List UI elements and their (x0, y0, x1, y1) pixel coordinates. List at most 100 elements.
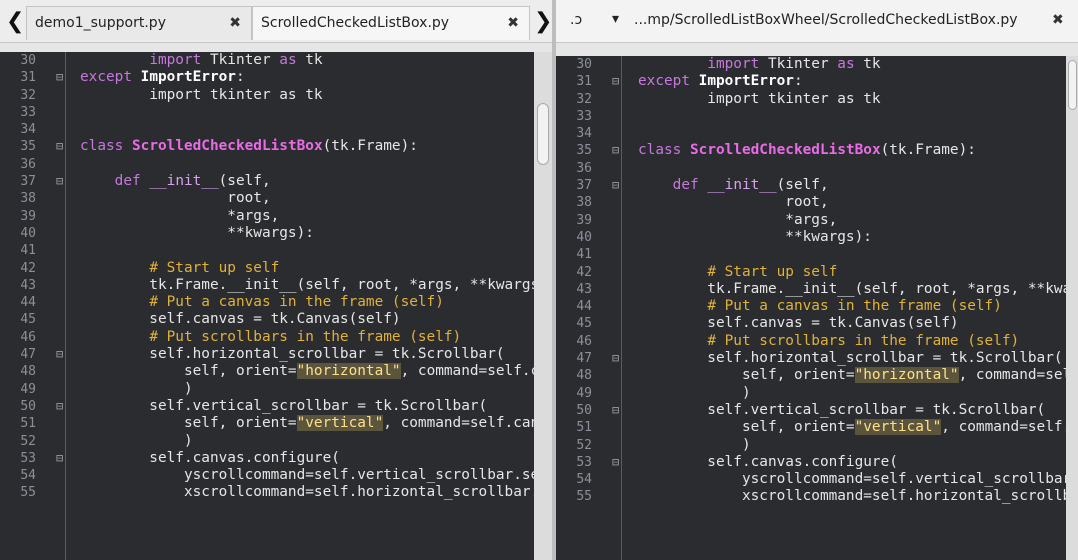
tab-demo1-support[interactable]: demo1_support.py ✖ (26, 6, 252, 40)
code-line[interactable]: 52 ) (556, 437, 1066, 454)
code-line[interactable]: 30 import Tkinter as tk (556, 56, 1066, 73)
code-line[interactable]: 42 # Start up self (0, 260, 534, 277)
code-line[interactable]: 42 # Start up self (556, 264, 1066, 281)
code-line[interactable]: 46 # Put scrollbars in the frame (self) (0, 329, 534, 346)
code-line[interactable]: 52 ) (0, 433, 534, 450)
code-line[interactable]: 48 self, orient="horizontal", command=se… (0, 363, 534, 380)
code-line[interactable]: 31 ⊟ except ImportError: (556, 73, 1066, 90)
code-line[interactable]: 37 ⊟ def __init__(self, (0, 173, 534, 190)
code-editor[interactable]: 30 import Tkinter as tk 31 ⊟ except ImportE… (0, 52, 534, 560)
document-menu-dropdown-icon[interactable]: ▾ (612, 11, 619, 27)
code-line[interactable]: 46 # Put scrollbars in the frame (self) (556, 333, 1066, 350)
code-line[interactable]: 40 **kwargs): (556, 229, 1066, 246)
code-area[interactable]: 30 import Tkinter as tk 31 ⊟ except ImportE… (0, 52, 534, 560)
code-line[interactable]: 54 yscrollcommand=self.vertical_scrollba… (556, 471, 1066, 488)
code-line[interactable]: 50 ⊟ self.vertical_scrollbar = tk.Scrollb… (0, 398, 534, 415)
code-line[interactable]: 49 ) (0, 381, 534, 398)
reload-icon[interactable]: .ↄ (570, 12, 582, 28)
tab-scroll-left-icon[interactable]: ❮ (6, 6, 24, 38)
code-line[interactable]: 33 (0, 104, 534, 121)
code-line[interactable]: 51 self, orient="vertical", command=self… (0, 415, 534, 432)
code-token: self.horizontal_scrollbar = tk.Scrollbar… (638, 350, 1063, 367)
code-line[interactable]: 55 xscrollcommand=self.horizontal_scroll… (556, 488, 1066, 505)
code-line[interactable]: 55 xscrollcommand=self.horizontal_scroll… (0, 484, 534, 501)
fold-toggle-icon[interactable]: ⊟ (612, 350, 622, 367)
line-number: 52 (20, 433, 36, 449)
code-token: self.vertical_scrollbar = tk.Scrollbar( (638, 401, 1046, 418)
code-line[interactable]: 47 ⊟ self.horizontal_scrollbar = tk.Scrol… (556, 350, 1066, 367)
code-token: # Put scrollbars in the frame (self) (707, 332, 1020, 349)
code-line[interactable]: 39 *args, (556, 212, 1066, 229)
code-text: class ScrolledCheckedListBox(tk.Frame): (80, 138, 418, 155)
code-line[interactable]: 53 ⊟ self.canvas.configure( (556, 454, 1066, 471)
code-line[interactable]: 34 (0, 121, 534, 138)
code-line[interactable]: 36 (556, 160, 1066, 177)
code-line[interactable]: 51 self, orient="vertical", command=self… (556, 419, 1066, 436)
code-token: : (235, 69, 245, 86)
code-line[interactable]: 53 ⊟ self.canvas.configure( (0, 450, 534, 467)
code-line[interactable]: 30 import Tkinter as tk (0, 52, 534, 69)
code-token: "vertical" (854, 419, 942, 436)
code-line[interactable]: 38 root, (556, 194, 1066, 211)
code-line[interactable]: 34 (556, 125, 1066, 142)
code-line[interactable]: 37 ⊟ def __init__(self, (556, 177, 1066, 194)
code-line[interactable]: 32 import tkinter as tk (0, 87, 534, 104)
line-number: 45 (20, 312, 36, 328)
code-line[interactable]: 44 # Put a canvas in the frame (self) (556, 298, 1066, 315)
fold-toggle-icon[interactable]: ⊟ (56, 173, 66, 190)
fold-toggle-icon[interactable]: ⊟ (56, 450, 66, 467)
code-line[interactable]: 43 tk.Frame.__init__(self, root, *args, … (556, 281, 1066, 298)
code-line[interactable]: 35 ⊟ class ScrolledCheckedListBox(tk.Frame… (556, 142, 1066, 159)
code-line[interactable]: 47 ⊟ self.horizontal_scrollbar = tk.Scrol… (0, 346, 534, 363)
tab-close-icon[interactable]: ✖ (507, 7, 519, 39)
fold-toggle-icon[interactable]: ⊟ (56, 346, 66, 363)
line-number: 38 (20, 191, 36, 207)
code-text: self.vertical_scrollbar = tk.Scrollbar( (638, 402, 1045, 419)
code-editor[interactable]: 30 import Tkinter as tk 31 ⊟ except ImportE… (556, 56, 1066, 560)
code-line[interactable]: 41 (0, 242, 534, 259)
code-line[interactable]: 33 (556, 108, 1066, 125)
tab-close-icon[interactable]: ✖ (229, 7, 241, 39)
fold-toggle-icon[interactable]: ⊟ (56, 398, 66, 415)
line-number: 37 (20, 174, 36, 190)
code-line[interactable]: 50 ⊟ self.vertical_scrollbar = tk.Scrollb… (556, 402, 1066, 419)
code-line[interactable]: 48 self, orient="horizontal", command=se… (556, 367, 1066, 384)
line-number: 34 (576, 126, 592, 142)
code-line[interactable]: 41 (556, 246, 1066, 263)
code-line[interactable]: 32 import tkinter as tk (556, 91, 1066, 108)
code-text: self.vertical_scrollbar = tk.Scrollbar( (80, 398, 487, 415)
close-document-icon[interactable]: ✖ (1052, 12, 1064, 28)
line-number: 36 (20, 156, 36, 172)
code-line[interactable]: 39 *args, (0, 208, 534, 225)
line-number: 39 (20, 208, 36, 224)
fold-toggle-icon[interactable]: ⊟ (612, 454, 622, 471)
fold-toggle-icon[interactable]: ⊟ (56, 69, 66, 86)
vertical-scrollbar[interactable] (534, 52, 552, 560)
code-line[interactable]: 43 tk.Frame.__init__(self, root, *args, … (0, 277, 534, 294)
code-text: ) (638, 437, 751, 454)
tab-scrolledcheckedlistbox[interactable]: ScrolledCheckedListBox.py ✖ (252, 6, 530, 40)
code-line[interactable]: 49 ) (556, 385, 1066, 402)
code-line[interactable]: 45 self.canvas = tk.Canvas(self) (0, 311, 534, 328)
code-line[interactable]: 35 ⊟ class ScrolledCheckedListBox(tk.Frame… (0, 138, 534, 155)
fold-toggle-icon[interactable]: ⊟ (612, 402, 622, 419)
fold-toggle-icon[interactable]: ⊟ (56, 138, 66, 155)
code-text: yscrollcommand=self.vertical_scrollbar.s… (80, 467, 534, 484)
vertical-scrollbar[interactable] (1066, 56, 1078, 560)
code-token: self, orient= (80, 415, 297, 432)
fold-toggle-icon[interactable]: ⊟ (612, 177, 622, 194)
fold-toggle-icon[interactable]: ⊟ (612, 73, 622, 90)
scrollbar-thumb[interactable] (1068, 60, 1077, 110)
code-line[interactable]: 54 yscrollcommand=self.vertical_scrollba… (0, 467, 534, 484)
code-line[interactable]: 38 root, (0, 190, 534, 207)
scrollbar-thumb[interactable] (537, 103, 549, 165)
code-line[interactable]: 40 **kwargs): (0, 225, 534, 242)
code-line[interactable]: 45 self.canvas = tk.Canvas(self) (556, 315, 1066, 332)
code-line[interactable]: 36 (0, 156, 534, 173)
fold-toggle-icon[interactable]: ⊟ (612, 142, 622, 159)
code-line[interactable]: 44 # Put a canvas in the frame (self) (0, 294, 534, 311)
tab-scroll-right-icon[interactable]: ❯ (534, 6, 552, 38)
code-area[interactable]: 30 import Tkinter as tk 31 ⊟ except ImportE… (556, 56, 1066, 560)
code-line[interactable]: 31 ⊟ except ImportError: (0, 69, 534, 86)
